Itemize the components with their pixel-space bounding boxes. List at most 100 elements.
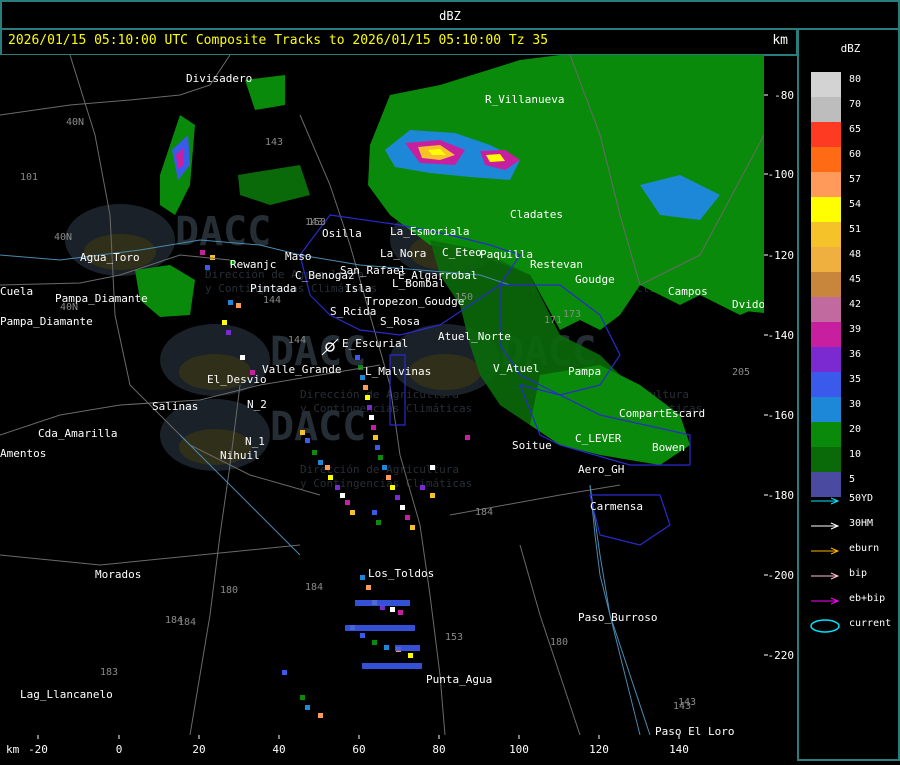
place-label: Atuel_Norte <box>438 330 511 343</box>
x-axis: km -20 0 20 40 60 80 100 120 140 <box>0 735 798 761</box>
storm-cell <box>305 438 310 443</box>
place-label: Cladates <box>510 208 563 221</box>
storm-cell-band <box>395 645 420 651</box>
storm-cell <box>325 465 330 470</box>
place-label: C_LEVER <box>575 432 622 445</box>
scale-value: 57 <box>849 174 862 185</box>
storm-cell <box>360 633 365 638</box>
storm-cell <box>372 510 377 515</box>
route-number: 101 <box>20 172 38 183</box>
x-tick-label: 60 <box>352 743 365 756</box>
y-unit-label: km <box>772 33 788 48</box>
scale-swatch <box>811 397 841 422</box>
storm-cell <box>350 510 355 515</box>
x-tick-label: 40 <box>272 743 285 756</box>
storm-cell <box>367 405 372 410</box>
storm-cell <box>369 415 374 420</box>
place-label: E_Escurial <box>342 337 408 350</box>
arrow-icon <box>811 522 840 530</box>
place-label: V_Atuel <box>493 362 539 375</box>
route-number: 183 <box>100 667 118 678</box>
place-label: C_Eteo <box>442 246 482 259</box>
track-legend-label: eb+bip <box>849 593 886 604</box>
storm-cell <box>240 355 245 360</box>
y-tick-label: -140 <box>768 329 795 342</box>
place-label: Lag_Llancanelo <box>20 688 113 701</box>
place-label: Bowen <box>652 441 685 454</box>
scale-swatch <box>811 172 841 197</box>
storm-cell <box>390 607 395 612</box>
storm-cell <box>355 355 360 360</box>
storm-cell <box>366 585 371 590</box>
scale-value: 5 <box>849 474 856 485</box>
storm-cell <box>386 475 391 480</box>
storm-cell <box>395 495 400 500</box>
place-label: Pintada <box>250 282 296 295</box>
track-legend-label: current <box>849 618 892 629</box>
place-label: Tropezon_Goudge <box>365 295 464 308</box>
place-label: El_Desvio <box>207 373 267 386</box>
scale-swatch <box>811 422 841 447</box>
radar-map[interactable]: DACC Dirección de Agricultura y Contingenc… <box>0 55 764 735</box>
x-axis-ticks: km -20 0 20 40 60 80 100 120 140 <box>6 735 689 756</box>
storm-cell <box>363 385 368 390</box>
y-axis-ticks: -80 -100 -120 -140 -160 -180 -200 -220 <box>764 89 795 662</box>
place-label: L_Malvinas <box>365 365 431 378</box>
x-tick-label: 140 <box>669 743 689 756</box>
info-bar: 2026/01/15 05:10:00 UTC Composite Tracks… <box>0 28 798 56</box>
storm-cell <box>200 250 205 255</box>
scale-swatch <box>811 72 841 97</box>
place-label: La_Esmoriala <box>390 225 469 238</box>
route-number: 150 <box>455 292 473 303</box>
place-label: Valle_Grande <box>262 363 341 376</box>
place-label: Paso_El_Loro <box>655 725 734 735</box>
place-label: Maso <box>285 250 312 263</box>
scale-value: 36 <box>849 349 862 360</box>
scale-value: 10 <box>849 449 862 460</box>
scale-value: 30 <box>849 399 862 410</box>
storm-cell <box>226 330 231 335</box>
place-label: Carmensa <box>590 500 643 513</box>
place-label: Agua_Toro <box>80 251 140 264</box>
track-legend-label: bip <box>849 568 868 579</box>
storm-cell <box>420 485 425 490</box>
route-number: 40N <box>60 302 78 313</box>
ellipse-icon <box>810 619 840 633</box>
place-label: L_Bombal <box>392 277 445 290</box>
radar-map-canvas[interactable]: DACCDirección de Agriculturay Contingenc… <box>0 55 764 735</box>
track-legend-label: 50YD <box>849 493 874 504</box>
scale-value: 42 <box>849 299 862 310</box>
scale-value: 51 <box>849 224 862 235</box>
track-legend-label: 30HM <box>849 518 874 529</box>
scale-value: 48 <box>849 249 862 260</box>
scale-swatch <box>811 122 841 147</box>
place-label: Restevan <box>530 258 583 271</box>
storm-cell <box>400 505 405 510</box>
storm-cell <box>378 455 383 460</box>
watermark-line1: Dirección de Agricultura <box>300 463 459 476</box>
place-label: Aero_GH <box>578 463 624 476</box>
route-number: 40N <box>66 117 84 128</box>
x-tick-label: -20 <box>28 743 48 756</box>
place-label: C_Benogaz <box>295 269 355 282</box>
route-number: 184 <box>305 582 323 593</box>
place-label: Cuela <box>0 285 33 298</box>
route-number: 143 <box>265 137 283 148</box>
scale-swatch <box>811 322 841 347</box>
x-tick-label: 80 <box>432 743 445 756</box>
place-label: S_Rcida <box>330 305 376 318</box>
place-label: Soitue <box>512 439 552 452</box>
route-number: 184 <box>178 617 196 628</box>
y-tick-label: -180 <box>768 489 795 502</box>
storm-cell <box>222 320 227 325</box>
watermark-brand: DACC <box>270 404 366 450</box>
place-label: Salinas <box>152 400 198 413</box>
storm-cell <box>405 515 410 520</box>
x-tick-label: 20 <box>192 743 205 756</box>
window-title: dBZ <box>439 9 461 23</box>
place-label: Isla <box>345 282 372 295</box>
storm-cell <box>228 300 233 305</box>
place-label: Rewanjc <box>230 258 276 271</box>
route-number: 171 <box>544 315 562 326</box>
place-label: Goudge <box>575 273 615 286</box>
